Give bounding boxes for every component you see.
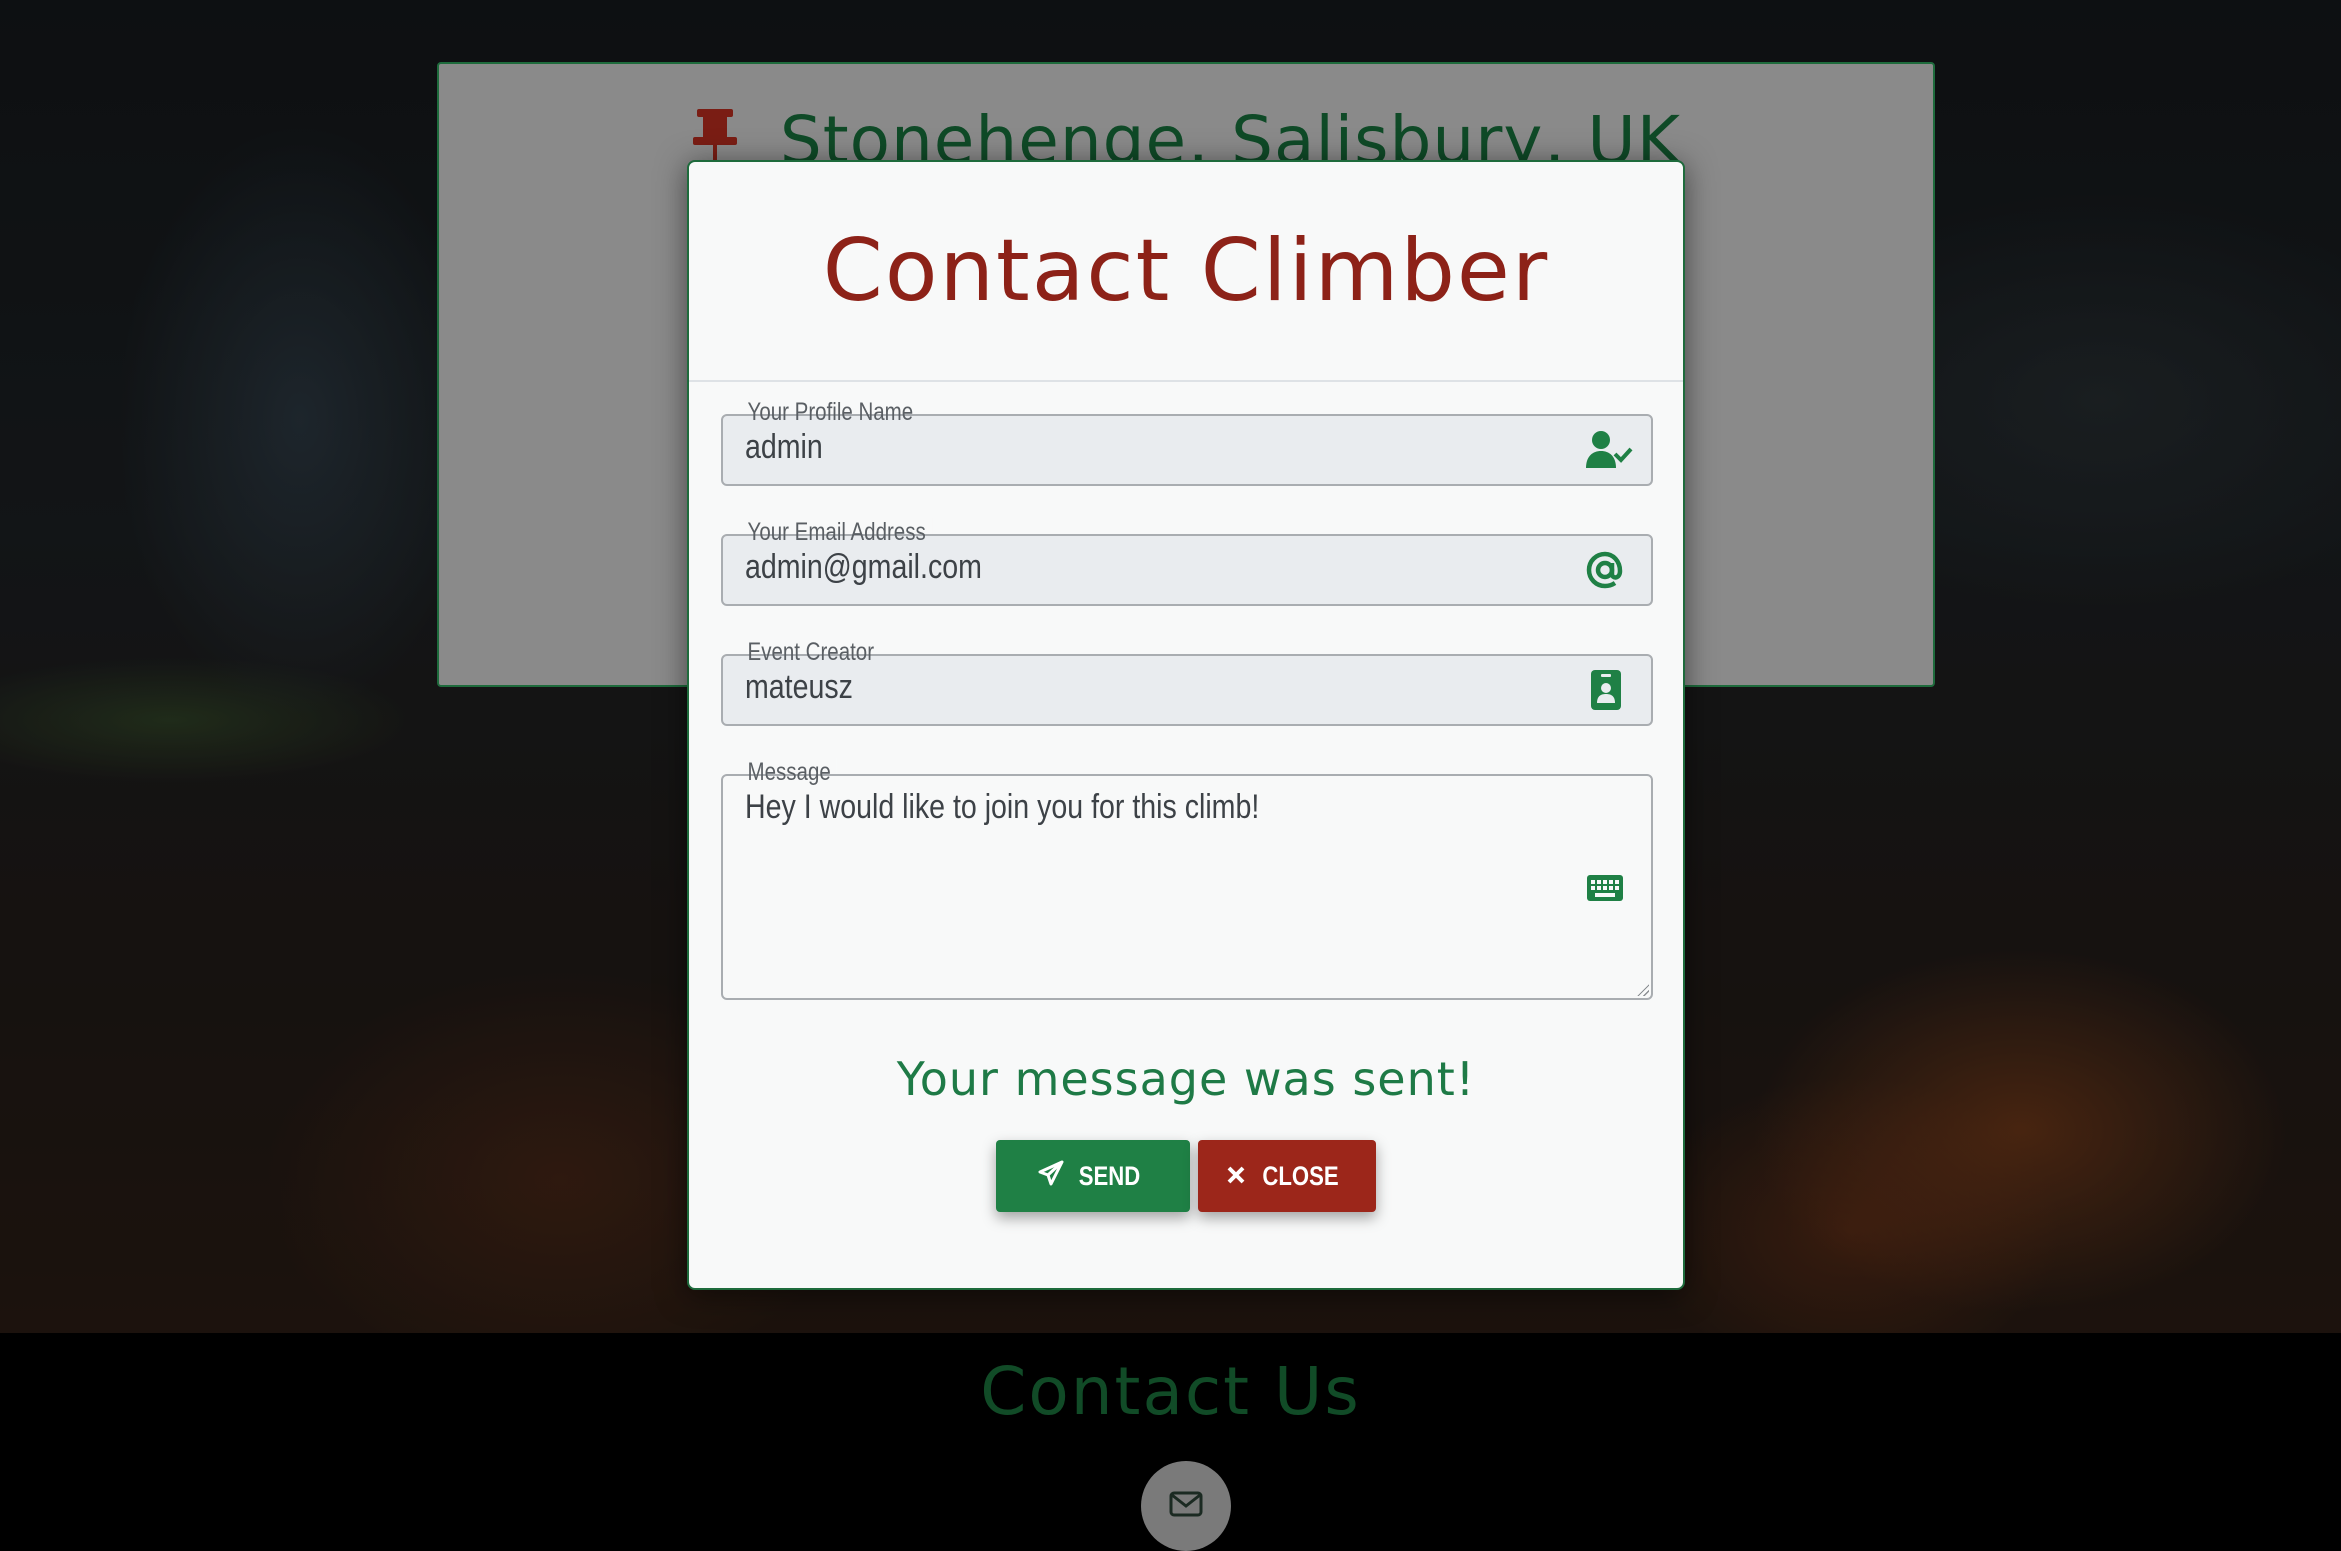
textarea-resize-handle[interactable] [1637,984,1649,996]
envelope-icon [1169,1491,1203,1522]
times-icon [1226,1161,1246,1192]
email-label: Your Email Address [741,518,933,547]
close-button[interactable]: CLOSE [1198,1140,1376,1212]
contact-climber-modal: Contact Climber Your Profile Name admin … [687,160,1685,1290]
footer-mail-button[interactable] [1141,1461,1231,1551]
send-button-label: SEND [1079,1160,1141,1191]
message-value: Hey I would like to join you for this cl… [745,788,1260,826]
footer: Contact Us [0,1333,2341,1551]
message-textarea[interactable]: Message Hey I would like to join you for… [721,758,1653,1000]
send-button[interactable]: SEND [996,1140,1190,1212]
modal-title: Contact Climber [822,221,1550,321]
status-message: Your message was sent! [896,1052,1476,1106]
profile-name-label: Your Profile Name [741,398,920,427]
modal-buttons: SEND CLOSE [689,1140,1683,1212]
user-check-icon [1585,430,1633,470]
profile-name-field[interactable]: Your Profile Name admin [721,398,1653,486]
email-value: admin@gmail.com [745,548,982,586]
paper-plane-icon [1038,1160,1064,1193]
message-label: Message [741,758,838,787]
footer-title: Contact Us [980,1353,1361,1430]
profile-name-value: admin [745,428,823,466]
event-creator-label: Event Creator [741,638,881,667]
event-creator-value: mateusz [745,668,853,706]
event-creator-field[interactable]: Event Creator mateusz [721,638,1653,726]
at-icon [1585,550,1625,590]
modal-header: Contact Climber [689,162,1683,382]
keyboard-icon [1587,875,1623,901]
email-field[interactable]: Your Email Address admin@gmail.com [721,518,1653,606]
close-button-label: CLOSE [1262,1160,1340,1191]
id-badge-icon [1591,670,1621,710]
